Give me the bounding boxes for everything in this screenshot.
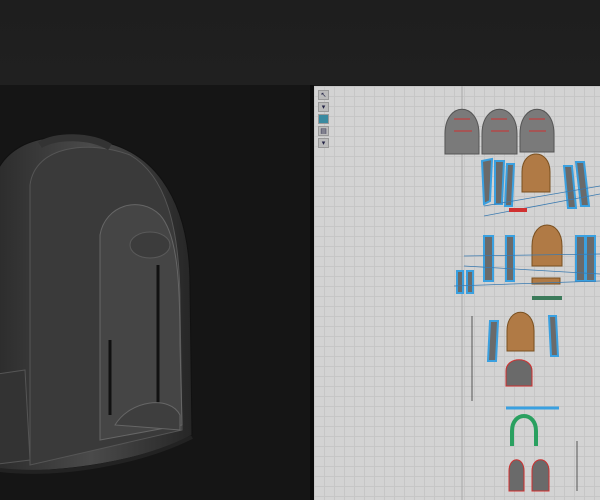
pattern-pieces <box>444 86 600 500</box>
top-bar <box>0 0 600 85</box>
select-move-icon[interactable]: ↖ <box>318 90 329 100</box>
transform-icon[interactable]: ▾ <box>318 102 329 112</box>
edit-pattern-icon[interactable]: ▤ <box>318 126 329 136</box>
pin-icon[interactable]: ▾ <box>318 138 329 148</box>
fold-icon[interactable] <box>318 114 329 124</box>
2d-pattern-window[interactable]: ↖ ▾ ▤ ▾ <box>314 86 600 500</box>
backpack-3d-model <box>0 134 193 474</box>
3d-viewport[interactable] <box>0 85 310 500</box>
pattern-toolbar: ↖ ▾ ▤ ▾ <box>318 90 330 148</box>
